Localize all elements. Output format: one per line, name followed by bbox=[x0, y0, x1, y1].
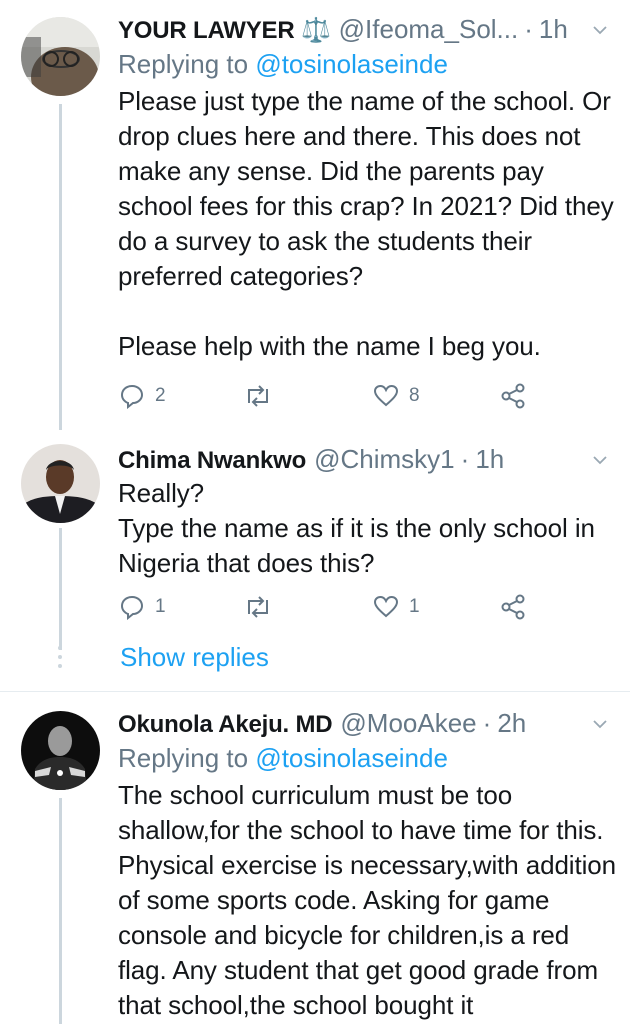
heart-icon bbox=[373, 384, 399, 407]
more-replies-dots bbox=[58, 646, 62, 673]
chevron-down-icon[interactable] bbox=[592, 22, 608, 38]
tweet-2[interactable]: Chima Nwankwo @Chimsky1 · 1h Really? Typ… bbox=[0, 430, 630, 692]
replying-to: Replying to @tosinolaseinde bbox=[118, 46, 618, 82]
reply-button[interactable]: 2 bbox=[119, 383, 166, 409]
replying-prefix: Replying to bbox=[118, 743, 256, 773]
show-replies-link[interactable]: Show replies bbox=[120, 642, 269, 673]
reply-icon bbox=[120, 384, 144, 409]
like-button[interactable]: 1 bbox=[373, 594, 420, 620]
tweet-header: YOUR LAWYER ⚖️ @Ifeoma_Sol... · 1h bbox=[118, 12, 618, 46]
replying-prefix: Replying to bbox=[118, 49, 256, 79]
timestamp[interactable]: 1h bbox=[475, 442, 504, 476]
retweet-button[interactable] bbox=[243, 383, 283, 409]
share-icon bbox=[501, 383, 525, 409]
heart-icon bbox=[373, 595, 399, 618]
separator-dot: · bbox=[460, 444, 470, 474]
tweet-text: The school curriculum must be too shallo… bbox=[118, 780, 617, 1020]
chevron-down-icon[interactable] bbox=[592, 716, 608, 732]
reply-count: 2 bbox=[155, 385, 166, 406]
thread-line bbox=[59, 104, 62, 430]
tweet-header: Okunola Akeju. MD @MooAkee · 2h bbox=[118, 706, 618, 740]
user-handle[interactable]: @MooAkee bbox=[340, 706, 476, 740]
avatar[interactable] bbox=[21, 444, 100, 523]
like-count: 1 bbox=[409, 596, 420, 617]
user-handle[interactable]: @Chimsky1 bbox=[314, 442, 455, 476]
reply-button[interactable]: 1 bbox=[119, 594, 166, 620]
share-button[interactable] bbox=[500, 594, 526, 620]
tweet-text: Really? Type the name as if it is the on… bbox=[118, 478, 595, 578]
reply-icon bbox=[120, 595, 144, 620]
avatar[interactable] bbox=[21, 17, 100, 96]
timestamp[interactable]: 2h bbox=[497, 706, 526, 740]
display-name[interactable]: Chima Nwankwo bbox=[118, 444, 306, 476]
display-name[interactable]: Okunola Akeju. MD bbox=[118, 708, 333, 740]
retweet-icon bbox=[248, 385, 268, 407]
tweet-1[interactable]: YOUR LAWYER ⚖️ @Ifeoma_Sol... · 1h Reply… bbox=[0, 0, 630, 430]
tweet-header: Chima Nwankwo @Chimsky1 · 1h bbox=[118, 442, 618, 476]
share-icon bbox=[501, 594, 525, 620]
like-button[interactable]: 8 bbox=[373, 383, 420, 409]
display-name[interactable]: YOUR LAWYER ⚖️ bbox=[118, 14, 331, 46]
timestamp[interactable]: 1h bbox=[539, 12, 568, 46]
tweet-3[interactable]: Okunola Akeju. MD @MooAkee · 2h Replying… bbox=[0, 692, 630, 1024]
mention-link[interactable]: @tosinolaseinde bbox=[255, 49, 448, 79]
tweet-text: Please just type the name of the school.… bbox=[118, 86, 614, 361]
thread-line bbox=[59, 798, 62, 1024]
separator-dot: · bbox=[524, 14, 533, 44]
chevron-down-icon[interactable] bbox=[592, 452, 608, 468]
user-handle[interactable]: @Ifeoma_Sol... bbox=[339, 12, 519, 46]
mention-link[interactable]: @tosinolaseinde bbox=[255, 743, 448, 773]
thread-line bbox=[59, 528, 62, 650]
replying-to: Replying to @tosinolaseinde bbox=[118, 740, 618, 776]
avatar[interactable] bbox=[21, 711, 100, 790]
share-button[interactable] bbox=[500, 383, 526, 409]
reply-count: 1 bbox=[155, 596, 166, 617]
separator-dot: · bbox=[482, 708, 492, 738]
retweet-button[interactable] bbox=[243, 594, 283, 620]
like-count: 8 bbox=[409, 385, 420, 406]
retweet-icon bbox=[248, 596, 268, 618]
